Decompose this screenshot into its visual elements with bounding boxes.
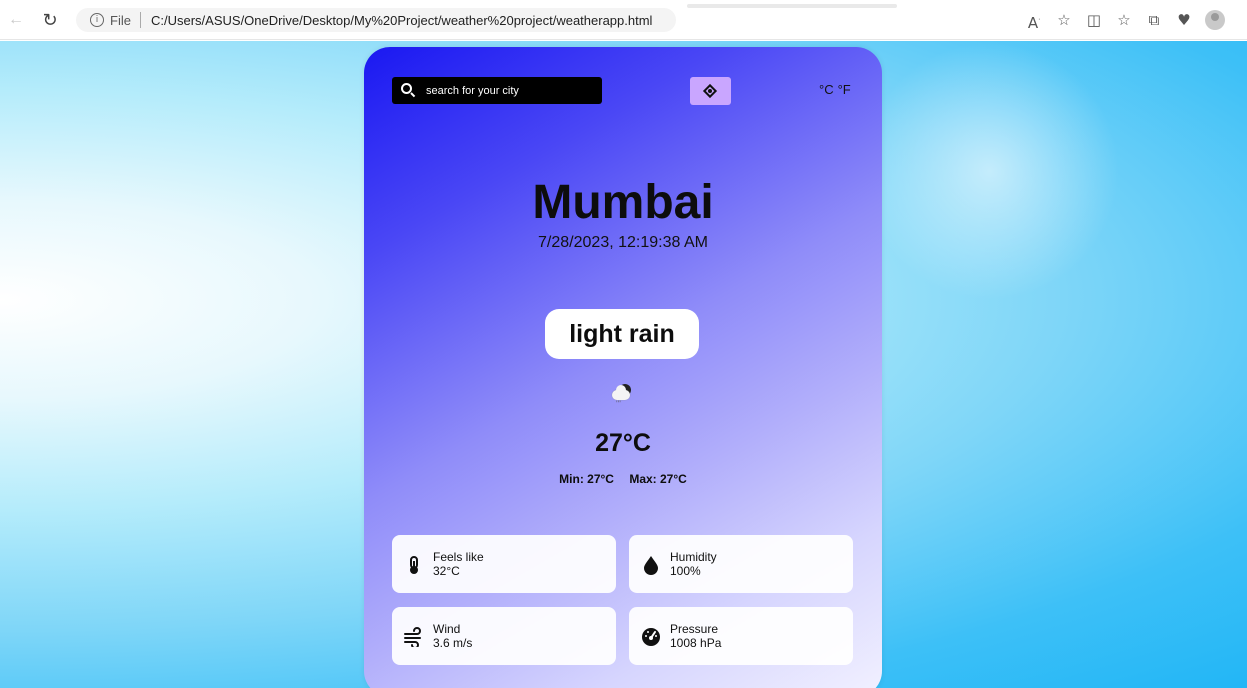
address-separator xyxy=(140,12,141,28)
fahrenheit-toggle[interactable]: °F xyxy=(838,82,851,97)
temperature: 27°C xyxy=(595,429,651,457)
wind-value: 3.6 m/s xyxy=(433,636,473,650)
unit-toggle: °C °F xyxy=(819,82,851,97)
night-rain-cloud-icon: ''' xyxy=(610,384,634,408)
gauge-icon xyxy=(642,628,660,646)
reload-icon[interactable]: ↻ xyxy=(40,10,60,30)
wind-card: Wind 3.6 m/s xyxy=(392,607,616,665)
min-max-temperature: Min: 27°C Max: 27°C xyxy=(364,472,882,486)
favorite-icon[interactable]: ☆ xyxy=(1049,9,1079,31)
file-label: File xyxy=(110,13,131,28)
pressure-value: 1008 hPa xyxy=(670,636,722,650)
city-name: Mumbai xyxy=(532,176,714,229)
min-temperature: Min: 27°C xyxy=(559,472,614,486)
droplet-icon xyxy=(644,556,658,575)
humidity-card: Humidity 100% xyxy=(629,535,853,593)
feels-like-value: 32°C xyxy=(433,564,460,578)
location-crosshair-icon xyxy=(702,83,718,99)
url-text[interactable]: C:/Users/ASUS/OneDrive/Desktop/My%20Proj… xyxy=(151,13,652,28)
read-aloud-icon[interactable]: Aᐧ xyxy=(1019,9,1049,32)
weather-description: light rain xyxy=(545,309,699,359)
date-time: 7/28/2023, 12:19:38 AM xyxy=(538,234,708,251)
search-bar xyxy=(392,77,602,104)
search-input[interactable] xyxy=(426,80,596,101)
browser-actions: Aᐧ ☆ ◫ ☆ ⧉ ♥ xyxy=(1019,9,1225,32)
wind-label: Wind xyxy=(433,622,461,636)
pressure-card: Pressure 1008 hPa xyxy=(629,607,853,665)
browser-toolbar: ← ↻ i File C:/Users/ASUS/OneDrive/Deskto… xyxy=(0,0,1247,40)
page-viewport: °C °F Mumbai 7/28/2023, 12:19:38 AM ligh… xyxy=(0,41,1247,688)
tab-strip xyxy=(687,4,897,8)
pressure-label: Pressure xyxy=(670,622,719,636)
weather-card: °C °F Mumbai 7/28/2023, 12:19:38 AM ligh… xyxy=(364,47,882,688)
extension-icon[interactable]: ♥ xyxy=(1169,9,1199,31)
humidity-label: Humidity xyxy=(670,550,717,564)
max-temperature: Max: 27°C xyxy=(629,472,687,486)
wind-icon xyxy=(404,627,421,647)
feels-like-card: Feels like 32°C xyxy=(392,535,616,593)
thermometer-icon xyxy=(410,556,418,574)
celsius-toggle[interactable]: °C xyxy=(819,82,834,97)
search-icon xyxy=(401,83,416,98)
address-bar[interactable]: i File C:/Users/ASUS/OneDrive/Desktop/My… xyxy=(76,8,676,32)
feels-like-label: Feels like xyxy=(433,550,484,564)
split-screen-icon[interactable]: ◫ xyxy=(1079,9,1109,31)
humidity-value: 100% xyxy=(670,564,701,578)
profile-icon[interactable] xyxy=(1205,10,1225,30)
collections-icon[interactable]: ⧉ xyxy=(1139,9,1169,31)
location-button[interactable] xyxy=(690,77,731,105)
favorites-icon[interactable]: ☆ xyxy=(1109,9,1139,31)
info-icon[interactable]: i xyxy=(90,13,104,27)
back-icon[interactable]: ← xyxy=(6,10,26,30)
background-glow xyxy=(860,41,1120,301)
